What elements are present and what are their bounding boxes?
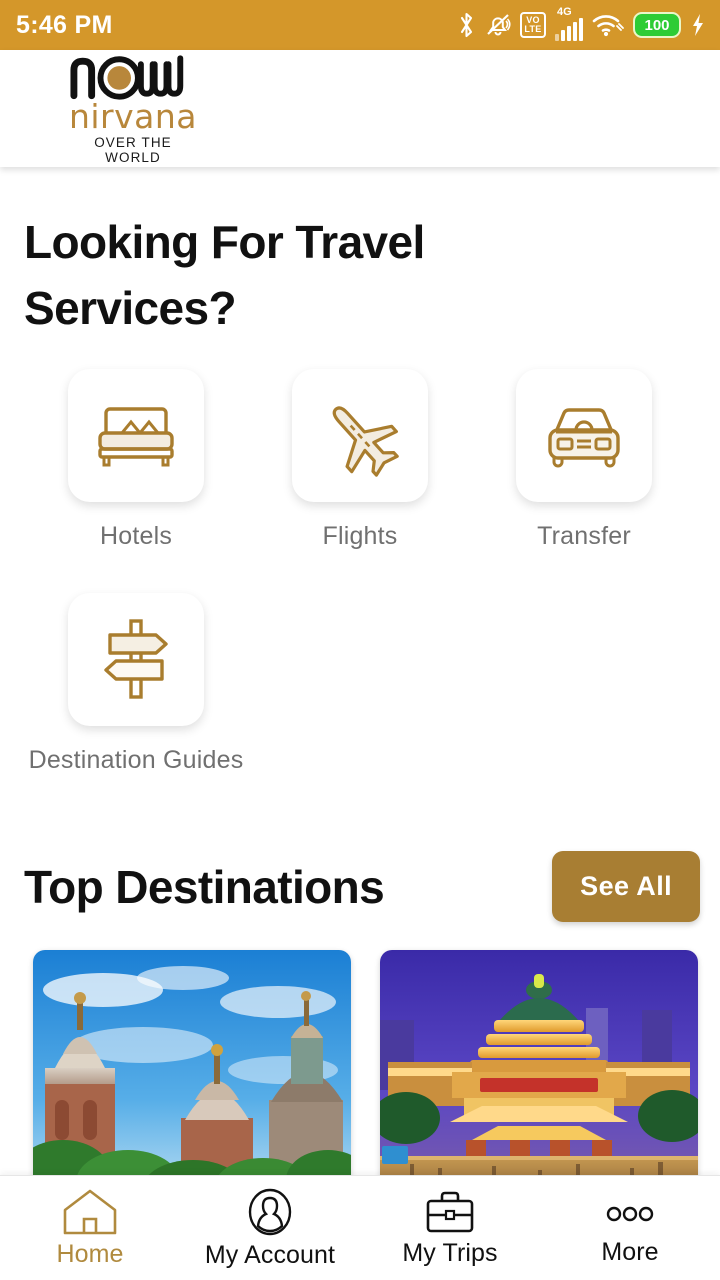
bluetooth-icon [457, 11, 476, 39]
service-label-transfer: Transfer [537, 522, 631, 550]
nav-item-my-trips[interactable]: My Trips [360, 1189, 540, 1268]
briefcase-icon [423, 1189, 477, 1235]
destination-card-1[interactable] [33, 950, 351, 1200]
ellipsis-icon [601, 1190, 659, 1234]
nav-item-my-account[interactable]: My Account [180, 1187, 360, 1270]
logo-tagline: OVER THE WORLD [94, 135, 172, 165]
service-label-flights: Flights [322, 522, 398, 550]
wifi-icon [592, 12, 624, 38]
battery-icon: 100 [633, 12, 681, 38]
nav-label-more: More [601, 1237, 659, 1266]
services-row-1: Hotels Flights Transfer [24, 369, 696, 551]
bottom-navigation: Home My Account My Trips More [0, 1175, 720, 1280]
nav-label-home: Home [56, 1239, 124, 1268]
signal-4g-icon: 4G [555, 6, 583, 41]
bed-icon [92, 399, 180, 473]
signal-bars [555, 17, 583, 41]
car-icon [540, 400, 628, 472]
service-item-flights[interactable]: Flights [248, 369, 472, 551]
volte-bottom-text: LTE [524, 24, 542, 34]
services-row-2: Destination Guides [24, 593, 696, 775]
app-screen: 5:46 PM VO LTE 4G 100 nirvana OVER THE W… [0, 0, 720, 1280]
destinations-card-list [0, 950, 720, 1200]
page-title: Looking For Travel Services? [24, 216, 425, 334]
destination-card-2[interactable] [380, 950, 698, 1200]
temple-domes-photo [33, 950, 351, 1200]
status-icon-group: VO LTE 4G 100 [457, 6, 706, 41]
destinations-title: Top Destinations [24, 860, 385, 913]
charging-bolt-icon [690, 12, 706, 38]
nav-item-home[interactable]: Home [0, 1188, 180, 1269]
battery-level-text: 100 [644, 16, 670, 34]
logo-now-wordmark [68, 52, 198, 100]
service-card-flights[interactable] [292, 369, 428, 502]
status-bar: 5:46 PM VO LTE 4G 100 [0, 0, 720, 50]
main-content: Looking For Travel Services? Hotels Flig… [0, 209, 720, 1200]
services-grid: Hotels Flights Transfer Destination Guid… [0, 369, 720, 775]
logo-brand-text: nirvana [68, 97, 198, 136]
airplane-icon [318, 394, 402, 478]
service-card-hotels[interactable] [68, 369, 204, 502]
brand-logo[interactable]: nirvana OVER THE WORLD [68, 52, 198, 165]
service-card-transfer[interactable] [516, 369, 652, 502]
person-circle-icon [244, 1187, 296, 1237]
nav-label-my-account: My Account [204, 1240, 336, 1269]
service-label-hotels: Hotels [99, 522, 173, 550]
destinations-header: Top Destinations See All [0, 851, 720, 922]
service-label-destination-guides: Destination Guides [28, 746, 244, 774]
app-header: nirvana OVER THE WORLD [0, 50, 720, 167]
nav-item-more[interactable]: More [540, 1190, 720, 1267]
service-item-destination-guides[interactable]: Destination Guides [24, 593, 248, 775]
service-card-destination-guides[interactable] [68, 593, 204, 726]
signpost-icon [96, 617, 176, 703]
see-all-button[interactable]: See All [552, 851, 700, 922]
home-icon [61, 1188, 119, 1236]
bell-muted-icon [485, 11, 511, 39]
network-type-label: 4G [557, 5, 572, 18]
nav-label-my-trips: My Trips [402, 1238, 498, 1267]
service-item-transfer[interactable]: Transfer [472, 369, 696, 551]
service-item-hotels[interactable]: Hotels [24, 369, 248, 551]
illuminated-palace-photo [380, 950, 698, 1200]
status-time: 5:46 PM [16, 10, 113, 39]
volte-icon: VO LTE [520, 12, 546, 38]
